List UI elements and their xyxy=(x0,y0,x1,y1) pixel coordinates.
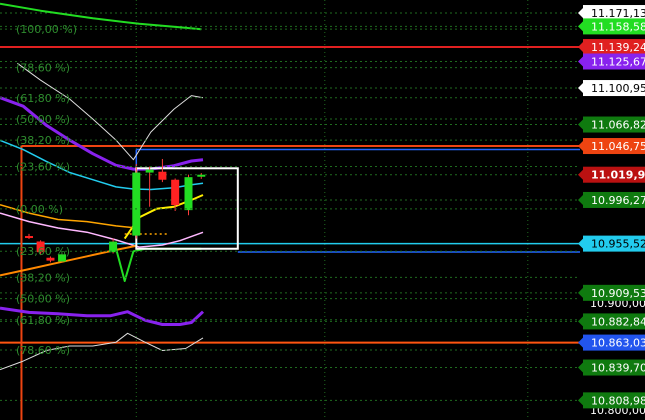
price-label-text: 11.046,75 xyxy=(591,140,645,153)
chart-canvas: (100,00 %) (78,60 %) (61,80 %) (50,00 %) (38… xyxy=(0,0,645,420)
fib-labels-layer: (100,00 %) (78,60 %) (61,80 %) (50,00 %) (38… xyxy=(0,23,580,357)
candle-body xyxy=(171,179,180,206)
price-label-pointer xyxy=(578,395,583,406)
grid-layer xyxy=(0,0,580,420)
price-label-text: 10.909,53 xyxy=(591,287,645,300)
price-label-pointer xyxy=(578,42,583,53)
price-label-pointer xyxy=(578,119,583,130)
price-label-pointer xyxy=(578,169,583,180)
price-label-pointer xyxy=(578,8,583,19)
fib-level-label: (0,00 %) xyxy=(16,203,63,216)
price-label-pointer xyxy=(578,337,583,348)
fib-level-label: (50,00 %) xyxy=(16,113,70,126)
candle-body xyxy=(158,171,167,180)
candle-body xyxy=(197,174,206,177)
fib-level-label: (78,60 %) xyxy=(16,62,70,75)
price-label-pointer xyxy=(578,316,583,327)
fib-level-label: (23,60 %) xyxy=(16,160,70,173)
price-label-text: 10.839,70 xyxy=(591,362,645,375)
price-label-pointer xyxy=(578,194,583,205)
fib-level-label: (100,00 %) xyxy=(16,23,77,36)
candle-body xyxy=(132,172,141,236)
price-label-pointer xyxy=(578,362,583,373)
fib-level-label: (61,80 %) xyxy=(16,92,70,105)
candle-body xyxy=(145,169,154,173)
price-label-text: 11.066,82 xyxy=(591,119,645,132)
trading-chart: (100,00 %) (78,60 %) (61,80 %) (50,00 %) (38… xyxy=(0,0,645,420)
candle-body xyxy=(25,236,33,239)
price-label-pointer xyxy=(578,21,583,32)
level-lines-layer xyxy=(0,46,580,420)
price-label-text: 11.171,13 xyxy=(591,7,645,20)
fib-level-label: (50,00 %) xyxy=(16,293,70,306)
fib-level-label: (38,20 %) xyxy=(16,271,70,284)
price-label-text: 11.019,94 xyxy=(591,169,645,182)
price-label-text: 10.996,27 xyxy=(591,194,645,207)
price-label-text: 11.139,24 xyxy=(591,41,645,54)
price-label-text: 11.125,67 xyxy=(591,56,645,69)
candle-body xyxy=(184,177,193,211)
fib-level-label: (23,60 %) xyxy=(16,245,70,258)
price-label-text: 10.882,84 xyxy=(591,315,645,328)
price-axis[interactable]: 10.900,0010.800,0011.171,1311.158,5811.1… xyxy=(578,0,645,420)
price-label-text: 10.955,52 xyxy=(591,238,645,251)
price-label-text: 11.100,95 xyxy=(591,82,645,95)
price-label-pointer xyxy=(578,56,583,67)
price-label-pointer xyxy=(578,287,583,298)
candle-body xyxy=(109,241,118,253)
indicator-line xyxy=(0,212,204,248)
fib-level-label: (61,80 %) xyxy=(16,314,70,327)
fib-level-label: (78,60 %) xyxy=(16,344,70,357)
price-label-text: 10.808,98 xyxy=(591,394,645,407)
indicator-line xyxy=(115,247,202,282)
price-label-pointer xyxy=(578,238,583,249)
price-label-text: 10.863,03 xyxy=(591,337,645,350)
price-label-pointer xyxy=(578,83,583,94)
fib-level-label: (38,20 %) xyxy=(16,134,70,147)
price-label-text: 11.158,58 xyxy=(591,20,645,33)
